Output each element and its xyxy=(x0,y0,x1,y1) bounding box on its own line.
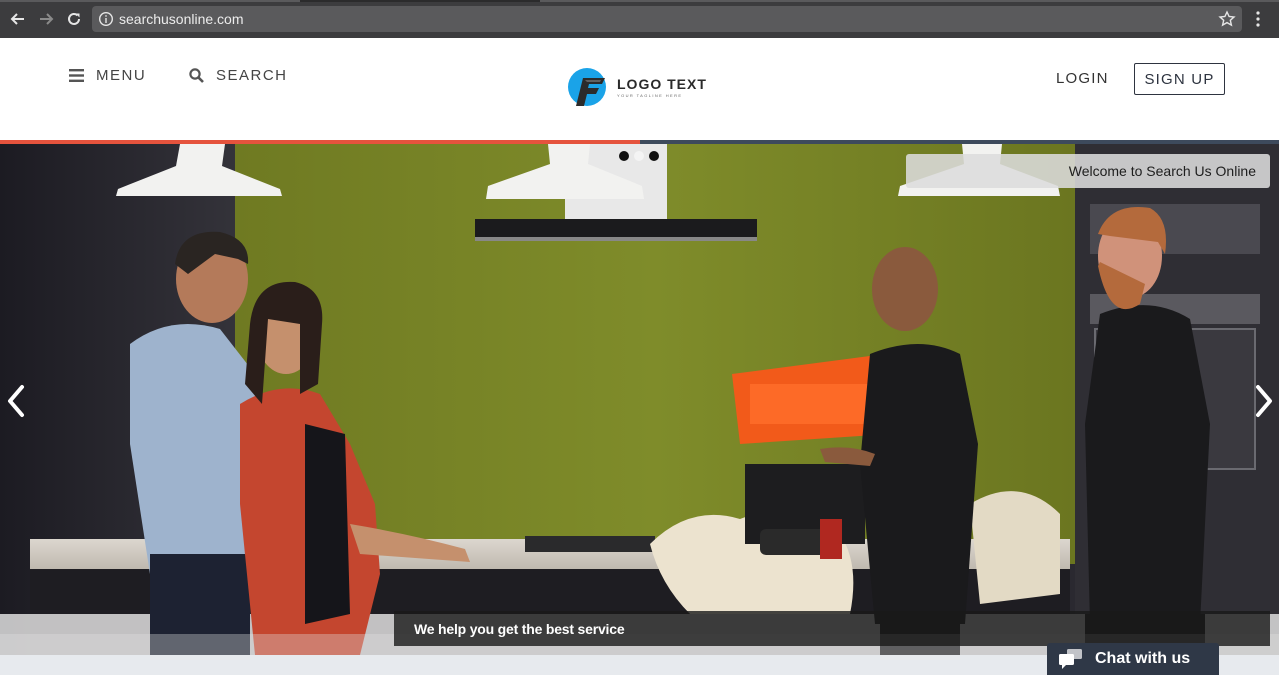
signup-label: SIGN UP xyxy=(1144,70,1215,88)
back-button[interactable] xyxy=(7,8,29,30)
logo-tagline: YOUR TAGLINE HERE xyxy=(617,93,683,98)
hero-carousel: Welcome to Search Us Online We help you … xyxy=(0,144,1279,655)
carousel-dots xyxy=(619,151,659,161)
browser-menu-icon[interactable] xyxy=(1255,10,1261,28)
welcome-text: Welcome to Search Us Online xyxy=(1068,163,1256,179)
logo-text: LOGO TEXT xyxy=(617,76,707,92)
address-bar[interactable]: searchusonline.com xyxy=(92,6,1242,32)
site-logo[interactable]: LOGO TEXT YOUR TAGLINE HERE xyxy=(567,66,707,108)
bookmark-star-icon[interactable] xyxy=(1218,10,1236,28)
search-label: SEARCH xyxy=(216,67,288,84)
menu-button[interactable]: MENU xyxy=(69,67,146,84)
tab-indicator xyxy=(0,0,300,2)
reload-button[interactable] xyxy=(63,8,85,30)
url-text: searchusonline.com xyxy=(119,11,244,27)
arrow-right-icon xyxy=(40,13,54,25)
chat-label: Chat with us xyxy=(1095,650,1191,667)
search-button[interactable]: SEARCH xyxy=(189,67,288,84)
chat-bubbles-icon xyxy=(1059,649,1082,669)
slide-caption: We help you get the best service xyxy=(394,611,1270,646)
forward-button[interactable] xyxy=(35,8,57,30)
info-icon[interactable] xyxy=(98,11,114,27)
site-header: MENU SEARCH LOGO TEXT YOUR TAGLINE HERE … xyxy=(0,38,1279,140)
carousel-dot-3[interactable] xyxy=(649,151,659,161)
tab-strip xyxy=(0,0,1279,2)
carousel-dot-1[interactable] xyxy=(619,151,629,161)
browser-toolbar: searchusonline.com xyxy=(0,0,1279,38)
welcome-banner: Welcome to Search Us Online xyxy=(906,154,1270,188)
signup-button[interactable]: SIGN UP xyxy=(1134,63,1225,95)
chevron-left-icon[interactable] xyxy=(3,382,29,420)
hamburger-icon xyxy=(69,69,84,82)
search-icon xyxy=(189,68,204,83)
hero-image xyxy=(0,144,1279,655)
logo-mark-icon xyxy=(568,68,606,106)
chat-widget-button[interactable]: Chat with us xyxy=(1047,643,1219,675)
tab-indicator xyxy=(540,0,1279,2)
chevron-right-icon[interactable] xyxy=(1251,382,1277,420)
arrow-left-icon xyxy=(10,13,24,25)
menu-label: MENU xyxy=(96,67,147,84)
login-link[interactable]: LOGIN xyxy=(1056,70,1109,87)
reload-icon xyxy=(68,12,80,25)
carousel-dot-2[interactable] xyxy=(634,151,644,161)
caption-text: We help you get the best service xyxy=(414,620,625,637)
